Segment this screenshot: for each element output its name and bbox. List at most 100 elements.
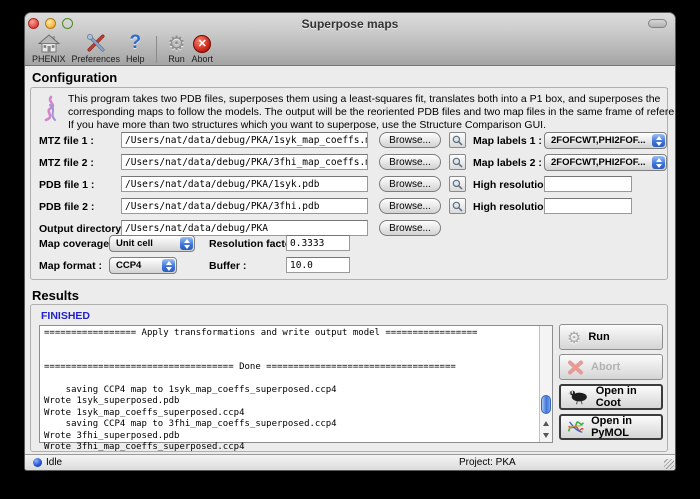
magnifier-icon xyxy=(452,135,463,146)
map-labels-1-value: 2FOFCWT,PHI2FOF... xyxy=(551,135,645,146)
abort-icon: ✕ xyxy=(193,33,211,53)
resolution-factor-input[interactable] xyxy=(286,235,350,251)
open-in-pymol-button[interactable]: Open in PyMOL xyxy=(559,414,663,440)
row-map-format: Map format : CCP4 Buffer : xyxy=(39,257,663,275)
row-map-coverage: Map coverage : Unit cell Resolution fact… xyxy=(39,235,663,253)
status-bar: Idle Project: PKA xyxy=(25,454,675,470)
stepper-icon xyxy=(162,259,175,272)
toolbar-phenix-button[interactable]: PHENIX xyxy=(32,33,66,64)
log-output-area[interactable]: ================= Apply transformations … xyxy=(39,325,553,443)
toolbar-label-phenix: PHENIX xyxy=(32,54,66,64)
map-format-label: Map format : xyxy=(39,260,102,272)
output-directory-input[interactable] xyxy=(121,220,368,236)
log-text: ================= Apply transformations … xyxy=(40,326,552,455)
run-button-label: Run xyxy=(588,331,609,343)
map-labels-1-label: Map labels 1 : xyxy=(473,135,542,147)
mtz-file-1-inspect-button[interactable] xyxy=(449,132,466,148)
pdb-file-2-input[interactable] xyxy=(121,198,368,214)
status-text: Idle xyxy=(46,457,62,468)
mtz-file-2-input[interactable] xyxy=(121,154,368,170)
high-resolution-2-input[interactable] xyxy=(544,198,632,214)
window-title: Superpose maps xyxy=(25,17,675,31)
mtz-file-1-browse-button[interactable]: Browse... xyxy=(379,132,441,148)
description-line-2: corresponding maps to follow the models.… xyxy=(68,106,675,119)
map-labels-2-label: Map labels 2 : xyxy=(473,157,542,169)
description-line-1: This program takes two PDB files, superp… xyxy=(68,93,675,106)
mtz-file-2-browse-button[interactable]: Browse... xyxy=(379,154,441,170)
open-in-pymol-label: Open in PyMOL xyxy=(591,415,661,439)
pdb-file-1-label: PDB file 1 : xyxy=(39,179,94,191)
scrollbar-thumb[interactable] xyxy=(541,395,551,414)
stepper-icon xyxy=(652,156,665,169)
scroll-down-icon[interactable] xyxy=(540,430,552,441)
toolbar-label-run: Run xyxy=(168,54,185,64)
map-format-value: CCP4 xyxy=(116,260,141,271)
phenix-home-icon xyxy=(38,33,60,53)
row-mtz-file-1: MTZ file 1 : Browse... Map labels 1 : 2F… xyxy=(39,132,663,150)
mtz-file-1-label: MTZ file 1 : xyxy=(39,135,94,147)
magnifier-icon xyxy=(452,179,463,190)
superpose-maps-window: Superpose maps PHENIX xyxy=(25,13,675,470)
stepper-icon xyxy=(652,134,665,147)
map-coverage-value: Unit cell xyxy=(116,238,153,249)
row-pdb-file-2: PDB file 2 : Browse... High resolution 2… xyxy=(39,198,663,216)
row-pdb-file-1: PDB file 1 : Browse... High resolution 1… xyxy=(39,176,663,194)
toolbar-label-help: Help xyxy=(126,54,145,64)
magnifier-icon xyxy=(452,157,463,168)
toolbar-help-button[interactable]: ? Help xyxy=(126,33,145,64)
toolbar-label-preferences: Preferences xyxy=(72,54,121,64)
pdb-file-1-inspect-button[interactable] xyxy=(449,176,466,192)
pymol-molecule-icon xyxy=(567,418,584,436)
pdb-file-1-input[interactable] xyxy=(121,176,368,192)
toolbar-separator xyxy=(156,36,157,63)
abort-button-label: Abort xyxy=(591,361,620,373)
abort-x-icon xyxy=(567,360,584,375)
mtz-file-2-inspect-button[interactable] xyxy=(449,154,466,170)
status-finished-badge: FINISHED xyxy=(41,310,90,322)
toolbar-toggle-button[interactable] xyxy=(648,19,667,28)
toolbar-abort-button[interactable]: ✕ Abort xyxy=(192,33,214,64)
configuration-panel: This program takes two PDB files, superp… xyxy=(30,87,668,280)
resize-grip[interactable] xyxy=(664,459,674,469)
description-line-3: If you have more than two structures whi… xyxy=(68,119,675,132)
scroll-up-icon[interactable] xyxy=(540,418,552,429)
mtz-file-1-input[interactable] xyxy=(121,132,368,148)
window-header: Superpose maps PHENIX xyxy=(25,13,675,66)
gear-icon: ⚙ xyxy=(567,328,581,347)
stepper-icon xyxy=(180,237,193,250)
toolbar-run-button[interactable]: ⚙ Run xyxy=(168,33,186,64)
phenix-ribbon-icon xyxy=(41,95,61,127)
map-labels-2-value: 2FOFCWT,PHI2FOF... xyxy=(551,157,645,168)
high-resolution-1-input[interactable] xyxy=(544,176,632,192)
row-mtz-file-2: MTZ file 2 : Browse... Map labels 2 : 2F… xyxy=(39,154,663,172)
preferences-tools-icon xyxy=(85,33,107,53)
buffer-label: Buffer : xyxy=(209,260,246,272)
status-indicator-icon xyxy=(33,458,42,467)
open-in-coot-button[interactable]: Open in Coot xyxy=(559,384,663,410)
abort-button[interactable]: Abort xyxy=(559,354,663,380)
output-directory-label: Output directory : xyxy=(39,223,128,235)
map-labels-1-select[interactable]: 2FOFCWT,PHI2FOF... xyxy=(544,132,667,149)
pdb-file-1-browse-button[interactable]: Browse... xyxy=(379,176,441,192)
toolbar: PHENIX Preferences xyxy=(29,34,216,65)
run-button[interactable]: ⚙ Run xyxy=(559,324,663,350)
magnifier-icon xyxy=(452,201,463,212)
map-labels-2-select[interactable]: 2FOFCWT,PHI2FOF... xyxy=(544,154,667,171)
open-in-coot-label: Open in Coot xyxy=(596,385,661,409)
help-question-icon: ? xyxy=(130,33,142,53)
toolbar-preferences-button[interactable]: Preferences xyxy=(72,33,121,64)
pdb-file-2-inspect-button[interactable] xyxy=(449,198,466,214)
action-buttons: ⚙ Run Abort xyxy=(559,324,663,444)
map-coverage-select[interactable]: Unit cell xyxy=(109,235,195,252)
pdb-file-2-browse-button[interactable]: Browse... xyxy=(379,198,441,214)
map-format-select[interactable]: CCP4 xyxy=(109,257,177,274)
results-panel: FINISHED ================= Apply transfo… xyxy=(30,304,668,452)
toolbar-label-abort: Abort xyxy=(192,54,214,64)
program-description: This program takes two PDB files, superp… xyxy=(68,93,675,132)
project-label: Project: PKA xyxy=(459,457,516,468)
log-scrollbar[interactable] xyxy=(539,326,552,442)
coot-bird-icon xyxy=(567,389,589,405)
buffer-input[interactable] xyxy=(286,257,350,273)
pdb-file-2-label: PDB file 2 : xyxy=(39,201,94,213)
output-directory-browse-button[interactable]: Browse... xyxy=(379,220,441,236)
